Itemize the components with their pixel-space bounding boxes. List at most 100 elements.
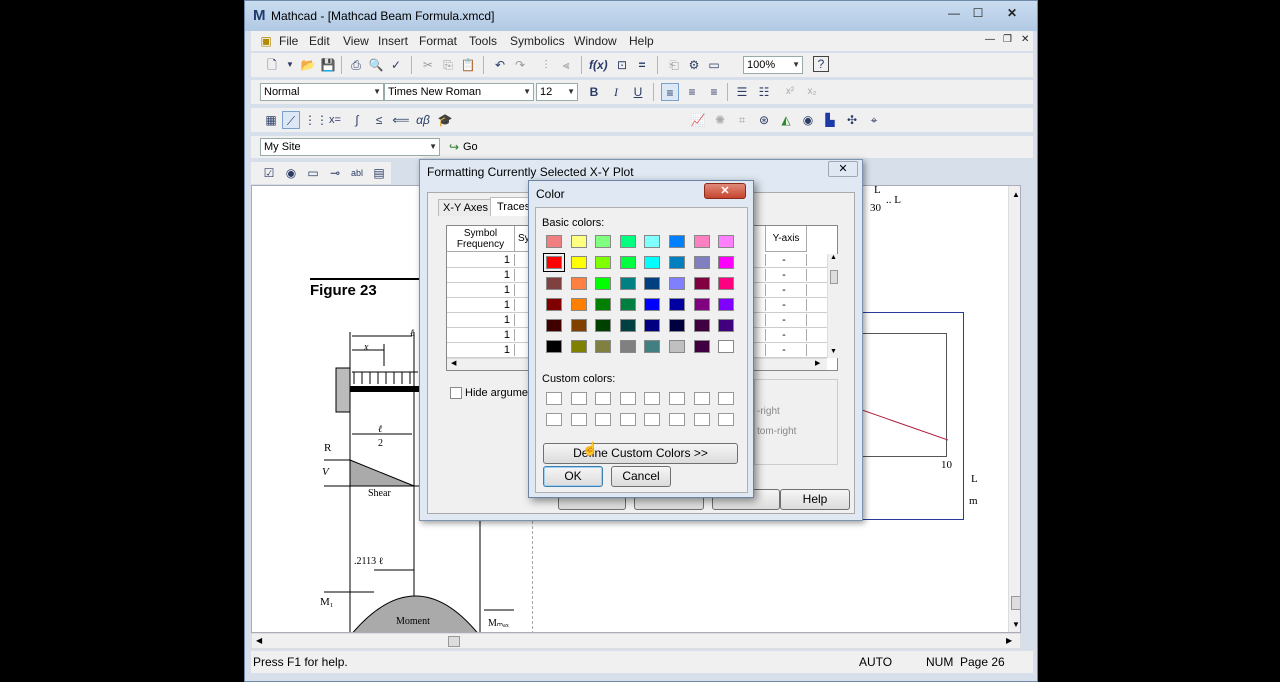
- color-swatch[interactable]: [595, 256, 612, 269]
- color-swatch[interactable]: [693, 298, 710, 311]
- color-swatch[interactable]: [669, 298, 685, 311]
- button-control-icon[interactable]: ▭: [304, 164, 322, 182]
- menu-tools[interactable]: Tools: [469, 34, 497, 48]
- color-swatch[interactable]: [595, 235, 612, 248]
- custom-color-swatch[interactable]: [595, 392, 612, 405]
- textbox-control-icon[interactable]: abl: [348, 164, 366, 182]
- color-swatch[interactable]: [669, 256, 685, 269]
- color-swatch[interactable]: [595, 298, 612, 311]
- custom-color-swatch[interactable]: [718, 392, 735, 405]
- color-swatch[interactable]: [693, 277, 710, 290]
- hide-arguments-checkbox[interactable]: [450, 387, 462, 399]
- new-dropdown-icon[interactable]: ▼: [281, 56, 299, 74]
- color-swatch[interactable]: [619, 235, 636, 248]
- color-swatch[interactable]: [693, 256, 710, 269]
- color-swatch[interactable]: [693, 235, 710, 248]
- print-icon[interactable]: ⎙: [347, 56, 365, 74]
- component-wizard-icon[interactable]: ⚙: [685, 56, 703, 74]
- y-axis-cell[interactable]: -: [765, 299, 807, 311]
- color-swatch[interactable]: [595, 319, 612, 332]
- color-swatch[interactable]: [619, 319, 636, 332]
- spell-check-icon[interactable]: ✓: [387, 56, 405, 74]
- trace-icon[interactable]: ⌖: [865, 111, 883, 129]
- graph-icon[interactable]: ⟋: [282, 111, 300, 129]
- polar-plot-icon[interactable]: ✺: [711, 111, 729, 129]
- patch-plot-icon[interactable]: ✣: [843, 111, 861, 129]
- copy-icon[interactable]: ⎘: [439, 56, 457, 74]
- scroll-right-icon[interactable]: ▶: [1006, 636, 1012, 645]
- format-dialog-close-button[interactable]: ✕: [828, 161, 858, 177]
- color-swatch[interactable]: [570, 277, 587, 290]
- custom-color-swatch[interactable]: [570, 392, 587, 405]
- scroll-thumb[interactable]: [1011, 596, 1020, 610]
- checkbox-control-icon[interactable]: ☑: [260, 164, 278, 182]
- color-swatch[interactable]: [546, 277, 562, 290]
- color-swatch[interactable]: [693, 319, 710, 332]
- cut-icon[interactable]: ✂: [419, 56, 437, 74]
- y-axis-cell[interactable]: -: [765, 344, 807, 356]
- color-swatch[interactable]: [546, 235, 562, 248]
- align-down-icon[interactable]: ⫷: [557, 56, 575, 74]
- symbol-frequency-cell[interactable]: 1: [447, 284, 515, 296]
- 3d-scatter-icon[interactable]: ◭: [777, 111, 795, 129]
- define-custom-colors-button[interactable]: Define Custom Colors >>: [543, 443, 738, 464]
- color-swatch[interactable]: [619, 340, 636, 353]
- color-swatch[interactable]: [644, 298, 661, 311]
- custom-color-swatch[interactable]: [644, 413, 661, 426]
- color-swatch[interactable]: [644, 319, 661, 332]
- custom-color-swatch[interactable]: [546, 392, 562, 405]
- evaluation-icon[interactable]: x=: [326, 111, 344, 129]
- doc-minimize-button[interactable]: —: [985, 34, 995, 45]
- redo-icon[interactable]: ↷: [511, 56, 529, 74]
- menu-insert[interactable]: Insert: [378, 34, 408, 48]
- contour-plot-icon[interactable]: ⊛: [755, 111, 773, 129]
- site-select[interactable]: My Site ▼: [260, 138, 440, 156]
- bold-button[interactable]: B: [585, 83, 603, 101]
- calculator-icon[interactable]: ▦: [262, 111, 280, 129]
- custom-color-swatch[interactable]: [644, 392, 661, 405]
- surface-plot-icon[interactable]: ⌗: [733, 111, 751, 129]
- color-swatch[interactable]: [619, 298, 636, 311]
- traces-vscroll[interactable]: ▲ ▼: [827, 254, 839, 358]
- open-icon[interactable]: 📂: [299, 56, 317, 74]
- custom-color-swatch[interactable]: [693, 413, 710, 426]
- y-axis-cell[interactable]: -: [765, 269, 807, 281]
- align-left-icon[interactable]: ≡: [661, 83, 679, 101]
- vector-field-icon[interactable]: ▙: [821, 111, 839, 129]
- align-across-icon[interactable]: ⫶: [537, 56, 555, 74]
- custom-color-swatch[interactable]: [570, 413, 587, 426]
- custom-color-swatch[interactable]: [595, 413, 612, 426]
- go-button[interactable]: Go: [463, 141, 478, 153]
- scroll-down-icon[interactable]: ▼: [830, 348, 837, 355]
- color-swatch[interactable]: [595, 340, 612, 353]
- undo-icon[interactable]: ↶: [491, 56, 509, 74]
- insert-hyperlink-icon[interactable]: ⎗: [665, 56, 683, 74]
- symbolic-icon[interactable]: 🎓: [436, 111, 454, 129]
- menu-edit[interactable]: Edit: [309, 34, 330, 48]
- color-swatch[interactable]: [595, 277, 612, 290]
- align-right-icon[interactable]: ≡: [705, 83, 723, 101]
- new-icon[interactable]: 🗋: [263, 56, 281, 74]
- greek-icon[interactable]: αβ: [414, 111, 432, 129]
- menu-help[interactable]: Help: [629, 34, 654, 48]
- color-swatch[interactable]: [718, 340, 735, 353]
- custom-color-swatch[interactable]: [669, 413, 685, 426]
- color-ok-button[interactable]: OK: [543, 466, 603, 487]
- radio-control-icon[interactable]: ◉: [282, 164, 300, 182]
- custom-color-swatch[interactable]: [619, 413, 636, 426]
- custom-color-swatch[interactable]: [546, 413, 562, 426]
- maximize-button[interactable]: ☐: [965, 5, 991, 21]
- minimize-button[interactable]: —: [941, 5, 967, 21]
- underline-button[interactable]: U: [629, 83, 647, 101]
- slider-control-icon[interactable]: ⊸: [326, 164, 344, 182]
- custom-color-swatch[interactable]: [693, 392, 710, 405]
- color-swatch[interactable]: [718, 256, 735, 269]
- close-button[interactable]: ✕: [999, 5, 1025, 21]
- color-swatch[interactable]: [570, 319, 587, 332]
- color-swatch[interactable]: [718, 235, 735, 248]
- color-swatch[interactable]: [619, 277, 636, 290]
- scroll-left-icon[interactable]: ◀: [451, 359, 456, 367]
- font-select[interactable]: Times New Roman ▼: [384, 83, 534, 101]
- color-swatch[interactable]: [619, 256, 636, 269]
- color-swatch[interactable]: [669, 235, 685, 248]
